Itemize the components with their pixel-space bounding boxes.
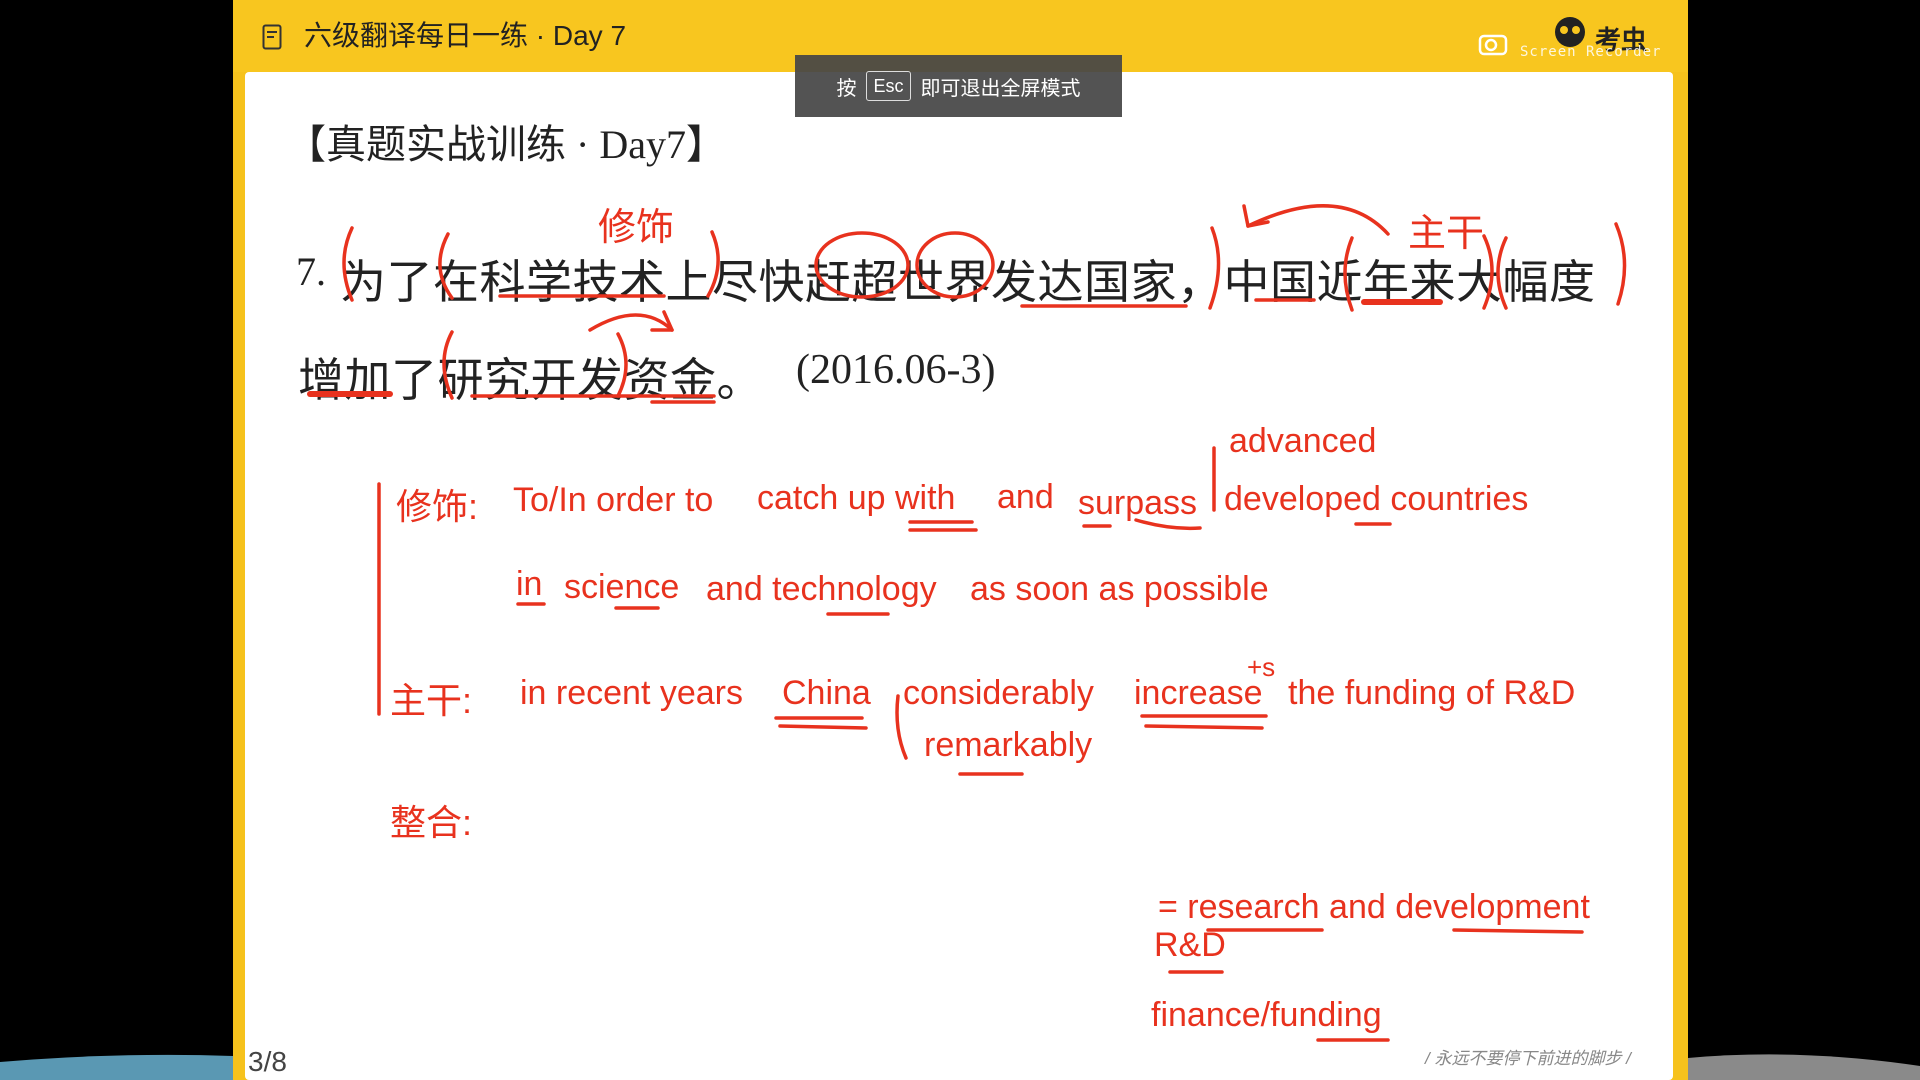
modifier-catch-up-with: catch up with xyxy=(757,479,956,517)
main-prefix: 主干: xyxy=(390,680,473,721)
esc-hint-suffix: 即可退出全屏模式 xyxy=(920,77,1081,100)
modifier-advanced: advanced xyxy=(1229,422,1377,460)
modifier-and-technology: and technology xyxy=(706,570,937,608)
esc-key-badge: Esc xyxy=(866,71,911,101)
esc-hint-prefix: 按 xyxy=(836,77,857,100)
modifier-as-soon-as-possible: as soon as possible xyxy=(970,570,1269,608)
fullscreen-exit-hint: 按 Esc 即可退出全屏模式 xyxy=(795,55,1122,117)
modifier-prefix: 修饰: xyxy=(396,486,479,527)
question-line-2: 增加了研究开发资金。 xyxy=(298,355,763,406)
finance-funding: finance/funding xyxy=(1151,996,1382,1034)
question-source: (2016.06-3) xyxy=(796,347,996,393)
slide-page-number: 3/8 xyxy=(248,1046,287,1077)
modifier-developed-countries: developed countries xyxy=(1224,480,1529,518)
modifier-in: in xyxy=(516,565,543,603)
main-china: China xyxy=(782,674,871,712)
question-number: 7. xyxy=(296,249,326,294)
screen: 六级翻译每日一练 · Day 7 考虫 Screen Recorder 【真题实… xyxy=(0,0,1920,1080)
recorder-subtitle: Screen Recorder xyxy=(1520,44,1662,60)
modifier-science: science xyxy=(564,568,680,606)
modifier-to-in-order-to: To/In order to xyxy=(513,481,714,519)
modifier-and: and xyxy=(997,478,1054,516)
main-funding-of-rd: the funding of R&D xyxy=(1288,674,1576,712)
main-increase: increase xyxy=(1134,674,1263,712)
rd-abbreviation: R&D xyxy=(1154,926,1226,964)
lesson-title: 六级翻译每日一练 · Day 7 xyxy=(304,20,627,51)
decorative-hills xyxy=(0,1054,1920,1080)
label-main: 主干 xyxy=(1408,213,1485,255)
document-icon xyxy=(262,24,282,50)
main-remarkably: remarkably xyxy=(924,726,1093,764)
modifier-surpass: surpass xyxy=(1078,484,1198,522)
rd-expansion: = research and development xyxy=(1158,888,1590,926)
slide-slogan: / 永远不要停下前进的脚步 / xyxy=(1425,1049,1631,1068)
main-in-recent-years: in recent years xyxy=(520,674,743,712)
main-considerably: considerably xyxy=(903,674,1094,712)
slide-heading: 【真题实战训练 · Day7】 xyxy=(286,122,726,167)
combine-prefix: 整合: xyxy=(390,802,473,843)
label-modifier: 修饰 xyxy=(598,207,675,249)
